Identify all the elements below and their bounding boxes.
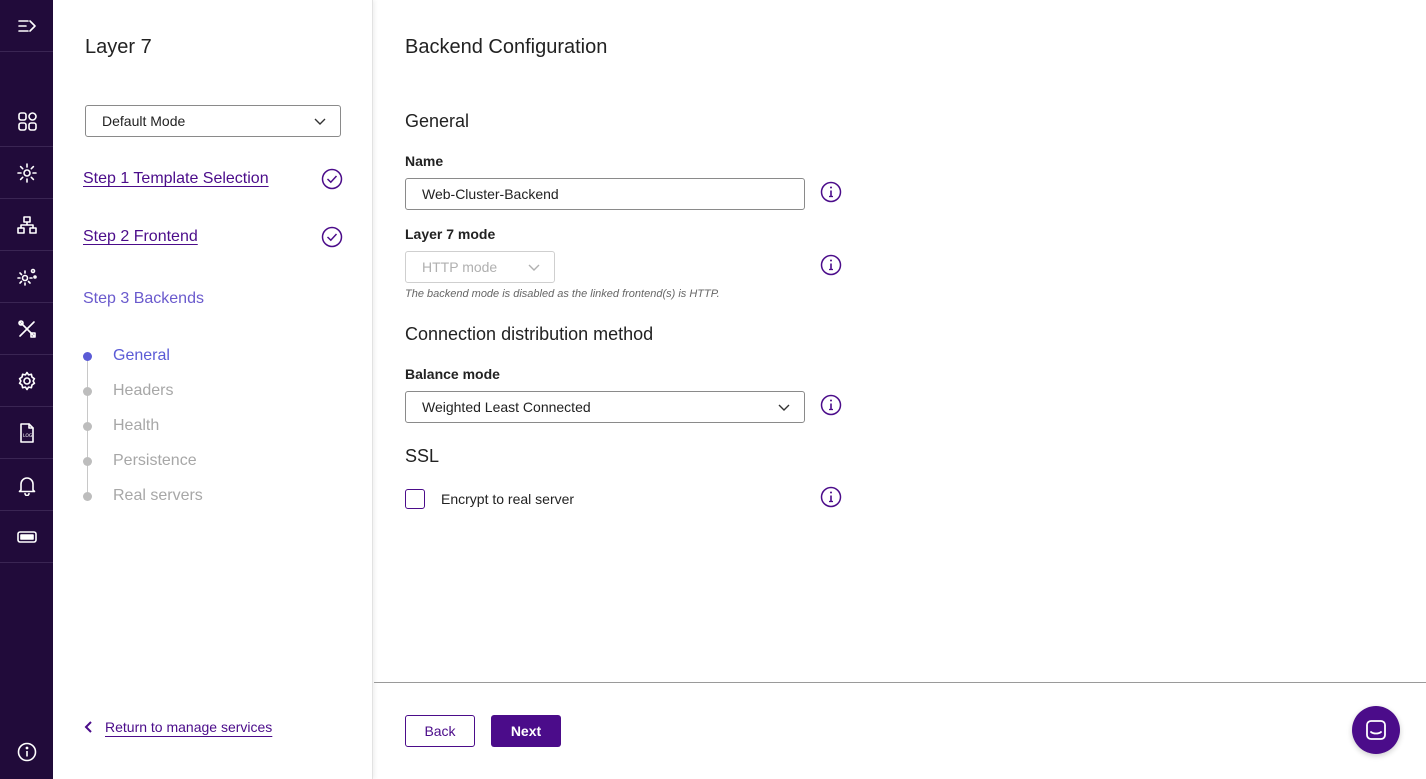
layer7-mode-value: HTTP mode bbox=[422, 259, 498, 275]
wizard-panel: Layer 7 Default Mode Step 1 Template Sel… bbox=[53, 0, 373, 779]
chevron-down-icon bbox=[528, 264, 540, 271]
substep-dot bbox=[83, 387, 92, 396]
substep-label: Persistence bbox=[113, 452, 197, 469]
page-title: Backend Configuration bbox=[405, 36, 608, 58]
chevron-down-icon bbox=[314, 118, 326, 125]
next-button[interactable]: Next bbox=[491, 715, 561, 747]
chevron-left-icon bbox=[84, 721, 92, 733]
encrypt-to-real-server-checkbox[interactable] bbox=[405, 489, 425, 509]
substep-label: General bbox=[113, 347, 170, 364]
step-frontend[interactable]: Step 2 Frontend bbox=[83, 228, 198, 246]
section-distribution-heading: Connection distribution method bbox=[405, 324, 654, 344]
return-link-label: Return to manage services bbox=[105, 719, 273, 735]
network-cluster-icon[interactable] bbox=[0, 199, 53, 251]
return-to-manage-services-link[interactable]: Return to manage services bbox=[83, 719, 272, 735]
license-ticket-icon[interactable] bbox=[0, 511, 53, 563]
layer7-mode-label: Layer 7 mode bbox=[405, 226, 496, 242]
step-backends: Step 3 Backends bbox=[83, 290, 204, 307]
chevron-down-icon bbox=[778, 404, 790, 411]
log-file-icon[interactable]: LOG bbox=[0, 407, 53, 459]
info-icon[interactable] bbox=[820, 486, 842, 508]
icon-rail: LOG bbox=[0, 0, 53, 779]
substep-label: Health bbox=[113, 417, 160, 434]
tools-icon[interactable] bbox=[0, 303, 53, 355]
chat-launcher-button[interactable] bbox=[1352, 706, 1400, 754]
section-ssl-heading: SSL bbox=[405, 446, 440, 466]
name-input[interactable]: Web-Cluster-Backend bbox=[405, 178, 805, 210]
svg-text:LOG: LOG bbox=[23, 433, 33, 439]
substep-label: Real servers bbox=[113, 487, 203, 504]
step-template-selection[interactable]: Step 1 Template Selection bbox=[83, 170, 269, 188]
check-circle-icon bbox=[321, 168, 343, 190]
mode-select-value: Default Mode bbox=[102, 113, 186, 129]
section-general-heading: General bbox=[405, 111, 470, 131]
services-gear-icon[interactable] bbox=[0, 147, 53, 199]
wizard-title: Layer 7 bbox=[85, 36, 152, 58]
dashboard-grid-icon[interactable] bbox=[0, 95, 53, 147]
layer7-mode-hint: The backend mode is disabled as the link… bbox=[405, 288, 720, 300]
balance-mode-value: Weighted Least Connected bbox=[422, 399, 591, 415]
info-icon[interactable] bbox=[820, 254, 842, 276]
info-icon[interactable] bbox=[820, 394, 842, 416]
info-icon[interactable] bbox=[0, 726, 53, 778]
layer7-mode-select: HTTP mode bbox=[405, 251, 555, 283]
chat-icon bbox=[1366, 720, 1386, 740]
main-content: Backend Configuration General Name Web-C… bbox=[374, 0, 1426, 779]
name-label: Name bbox=[405, 153, 444, 169]
substep-label: Headers bbox=[113, 382, 174, 399]
notification-bell-icon[interactable] bbox=[0, 459, 53, 511]
substep-dot bbox=[83, 492, 92, 501]
encrypt-to-real-server-label[interactable]: Encrypt to real server bbox=[441, 491, 574, 507]
substep-dot bbox=[83, 352, 92, 361]
balance-mode-select[interactable]: Weighted Least Connected bbox=[405, 391, 805, 423]
balance-mode-label: Balance mode bbox=[405, 366, 500, 382]
cluster-settings-icon[interactable] bbox=[0, 251, 53, 303]
settings-gear-icon[interactable] bbox=[0, 355, 53, 407]
footer-divider bbox=[374, 682, 1426, 683]
back-button[interactable]: Back bbox=[405, 715, 475, 747]
name-input-value: Web-Cluster-Backend bbox=[422, 186, 559, 202]
substep-dot bbox=[83, 457, 92, 466]
check-circle-icon bbox=[321, 226, 343, 248]
info-icon[interactable] bbox=[820, 181, 842, 203]
substep-dot bbox=[83, 422, 92, 431]
mode-select[interactable]: Default Mode bbox=[85, 105, 341, 137]
menu-expand-icon[interactable] bbox=[0, 0, 53, 52]
